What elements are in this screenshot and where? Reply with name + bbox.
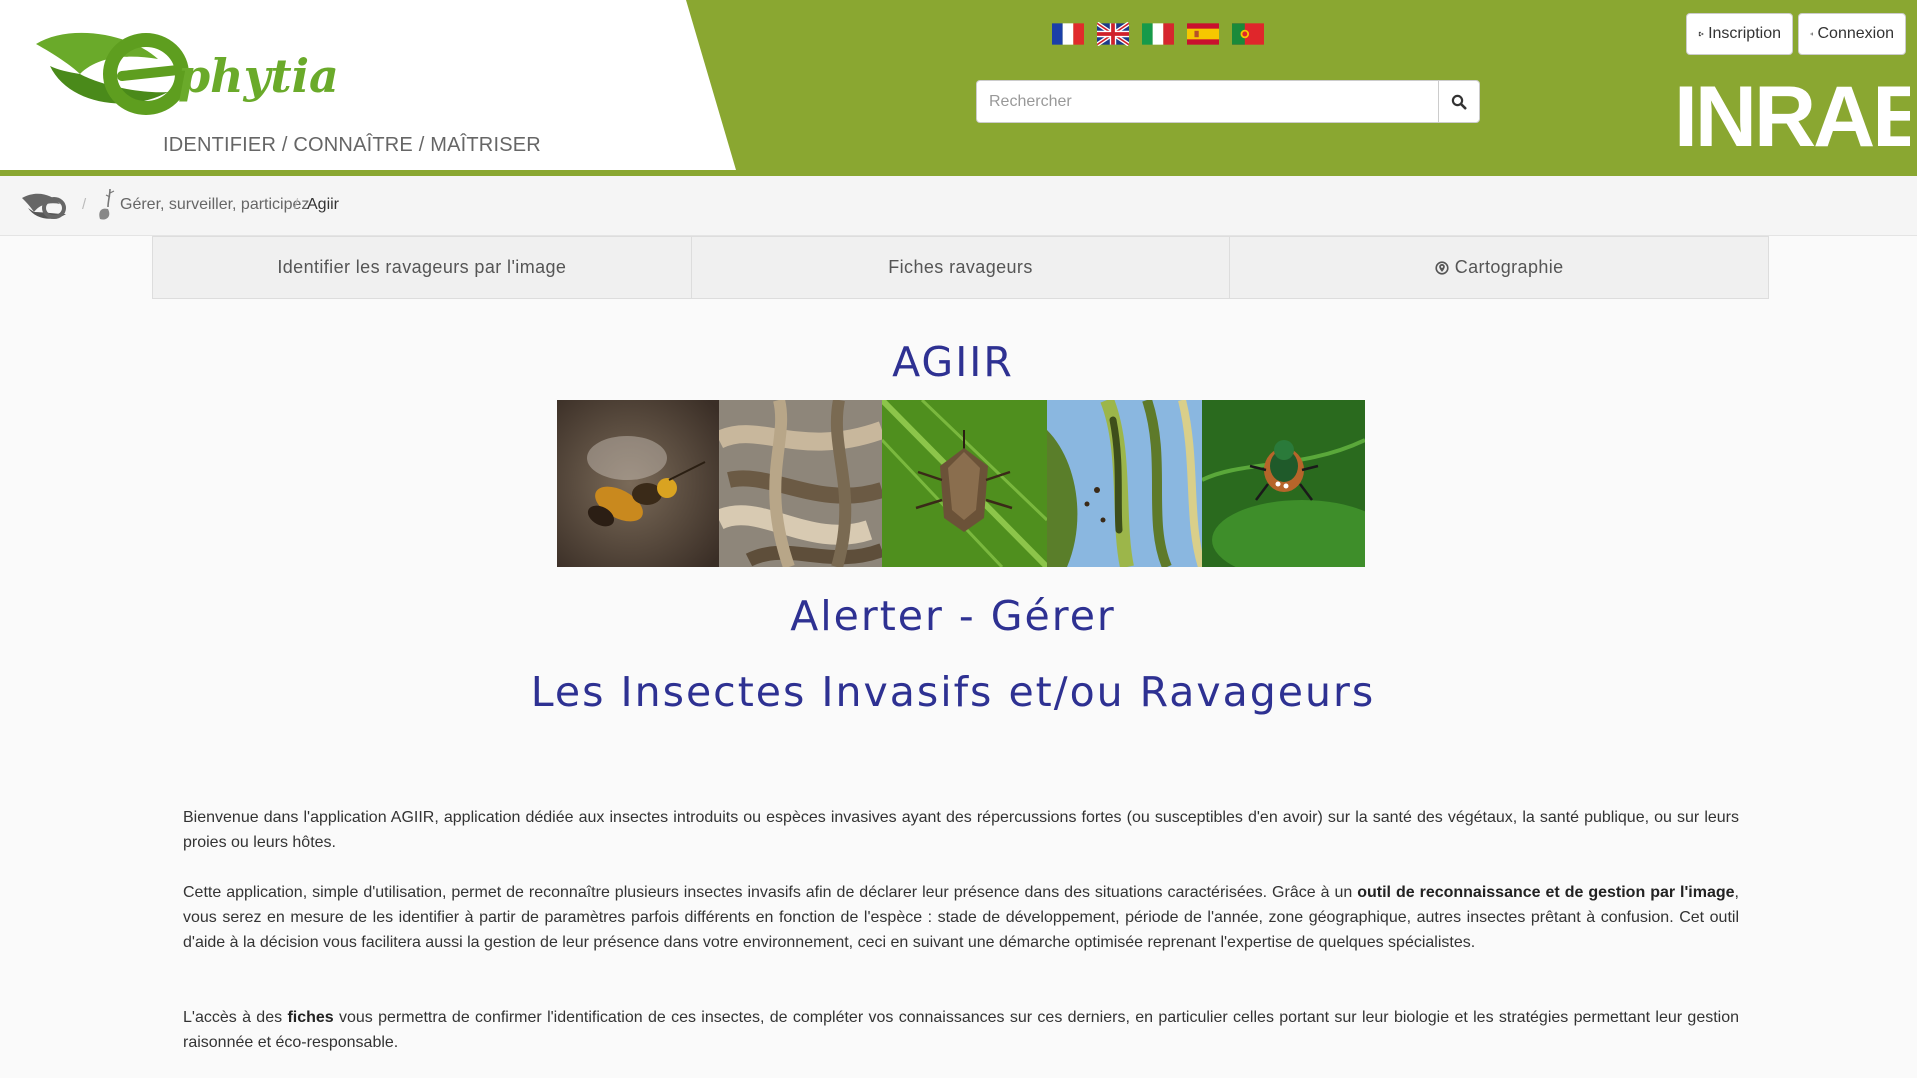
tab-label: Cartographie bbox=[1454, 257, 1564, 277]
caterpillars-image bbox=[719, 400, 882, 567]
stink-bug-image bbox=[882, 400, 1047, 567]
asian-hornet-image bbox=[557, 400, 719, 567]
sheets-paragraph: L'accès à des fiches vous permettra de c… bbox=[183, 1005, 1739, 1055]
subtitle-alert-manage: Alerter - Gérer bbox=[790, 592, 1116, 640]
text-segment: vous permettra de confirmer l'identifica… bbox=[183, 1009, 1740, 1051]
italy-flag-icon[interactable] bbox=[1142, 22, 1174, 46]
text-segment: Cette application, simple d'utilisation,… bbox=[183, 884, 1358, 901]
ephytia-home-icon[interactable] bbox=[20, 190, 72, 222]
svg-text:phytia: phytia bbox=[178, 49, 338, 103]
tab-label: Fiches ravageurs bbox=[888, 257, 1033, 277]
language-selector bbox=[1052, 22, 1264, 46]
intro-paragraph: Bienvenue dans l'application AGIIR, appl… bbox=[183, 809, 1739, 851]
inscription-label: Inscription bbox=[1708, 25, 1781, 42]
breadcrumb-separator: / bbox=[82, 196, 87, 213]
insects-banner bbox=[557, 400, 1365, 567]
uk-flag-icon[interactable] bbox=[1097, 22, 1129, 46]
app-description-paragraph: Cette application, simple d'utilisation,… bbox=[183, 880, 1739, 955]
search-icon bbox=[1451, 94, 1467, 109]
search-button[interactable] bbox=[1438, 80, 1480, 123]
spain-flag-icon[interactable] bbox=[1187, 22, 1219, 46]
tab-pest-sheets[interactable]: Fiches ravageurs bbox=[692, 237, 1231, 298]
subtitle-invasive-insects: Les Insectes Invasifs et/ou Ravageurs bbox=[530, 668, 1376, 716]
breadcrumb-separator: / bbox=[294, 196, 299, 213]
tab-label: Identifier les ravageurs par l'image bbox=[277, 257, 567, 277]
japanese-beetle-image bbox=[1202, 400, 1365, 567]
ephytia-logo[interactable]: phytia bbox=[28, 14, 338, 124]
text-segment: L'accès à des bbox=[183, 1009, 288, 1026]
search-bar bbox=[976, 80, 1480, 123]
text-emphasis: fiches bbox=[287, 1009, 334, 1026]
connexion-label: Connexion bbox=[1817, 25, 1895, 42]
inrae-logo[interactable]: INRAE bbox=[1674, 70, 1910, 152]
breadcrumb-current: Agiir bbox=[307, 196, 340, 213]
breadcrumb: / Gérer, surveiller, participez / Agiir bbox=[0, 176, 1917, 236]
logo-panel: phytia IDENTIFIER / CONNAÎTRE / MAÎTRISE… bbox=[0, 0, 740, 170]
page-title: AGIIR bbox=[892, 338, 1014, 386]
sign-in-icon bbox=[1698, 31, 1704, 37]
search-input[interactable] bbox=[976, 80, 1438, 123]
tab-identify-by-image[interactable]: Identifier les ravageurs par l'image bbox=[153, 237, 692, 298]
section-tabs: Identifier les ravageurs par l'image Fic… bbox=[152, 236, 1769, 299]
site-header: phytia IDENTIFIER / CONNAÎTRE / MAÎTRISE… bbox=[0, 0, 1917, 176]
plant-leaf-icon bbox=[99, 188, 115, 220]
log-in-icon bbox=[1810, 32, 1813, 36]
tab-cartography[interactable]: Cartographie bbox=[1230, 237, 1768, 298]
portugal-flag-icon[interactable] bbox=[1232, 22, 1264, 46]
leaf-caterpillar-image bbox=[1047, 400, 1202, 567]
inscription-button[interactable]: Inscription bbox=[1686, 13, 1793, 55]
site-tagline: IDENTIFIER / CONNAÎTRE / MAÎTRISER bbox=[163, 134, 541, 156]
france-flag-icon[interactable] bbox=[1052, 22, 1084, 46]
breadcrumb-section-link[interactable]: Gérer, surveiller, participez bbox=[120, 196, 309, 214]
svg-text:INRAE: INRAE bbox=[1674, 70, 1910, 152]
connexion-button[interactable]: Connexion bbox=[1798, 13, 1906, 55]
text-emphasis: outil de reconnaissance et de gestion pa… bbox=[1357, 884, 1735, 901]
map-pin-icon bbox=[1435, 260, 1449, 275]
